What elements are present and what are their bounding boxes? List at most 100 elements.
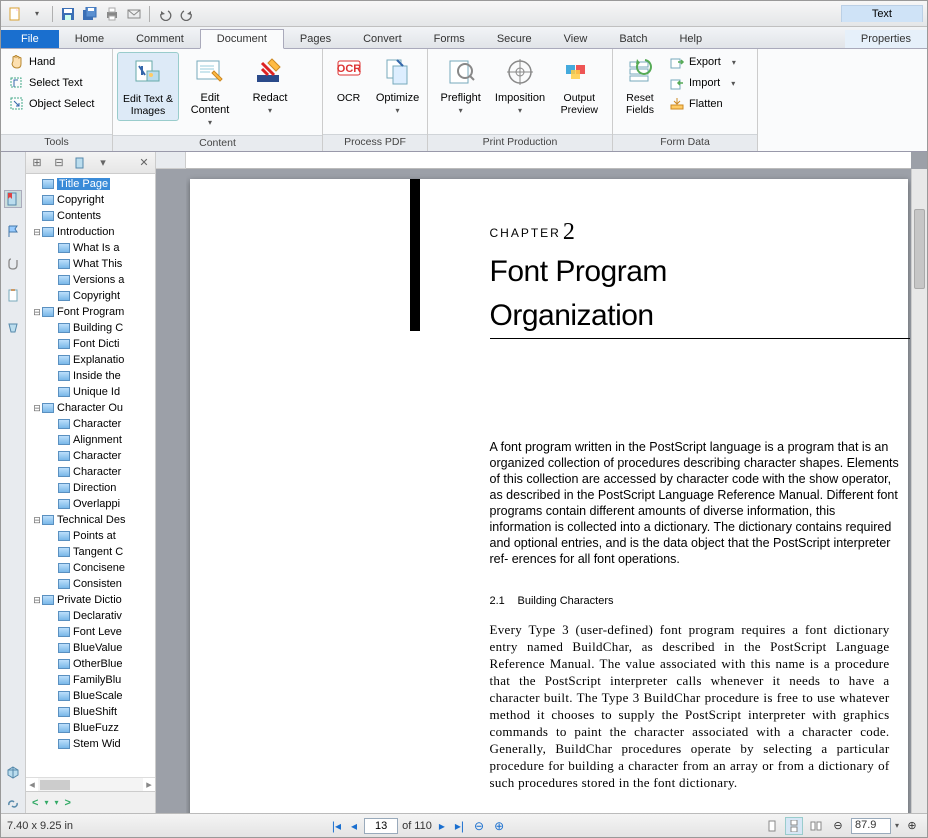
bookmark-options-icon[interactable]: ▾ — [95, 155, 111, 171]
panel-hscroll[interactable]: ◂ ▸ — [26, 777, 155, 791]
vertical-scrollbar[interactable] — [911, 169, 927, 813]
zoom-in-status-icon[interactable]: ⊕ — [491, 819, 507, 833]
zoom-out-status-icon[interactable]: ⊖ — [471, 819, 487, 833]
close-panel-icon[interactable]: ✕ — [136, 155, 152, 171]
bookmark-item[interactable]: Copyright — [26, 288, 155, 304]
attachment-panel-icon[interactable] — [4, 254, 22, 272]
prev-page-icon[interactable]: ◂ — [348, 819, 360, 833]
nav-prev-icon[interactable]: < — [32, 797, 38, 809]
edit-text-images-button[interactable]: Edit Text & Images — [117, 52, 179, 121]
bookmark-item[interactable]: ⊟Private Dictio — [26, 592, 155, 608]
bookmark-item[interactable]: ⊟Technical Des — [26, 512, 155, 528]
bookmark-item[interactable]: BlueShift — [26, 704, 155, 720]
print-icon[interactable] — [102, 4, 122, 24]
bookmark-item[interactable]: BlueScale — [26, 688, 155, 704]
object-select-tool[interactable]: Object Select — [5, 94, 98, 114]
new-bookmark-icon[interactable] — [73, 155, 89, 171]
flag-panel-icon[interactable] — [4, 222, 22, 240]
zoom-fit-icon[interactable]: ⊖ — [829, 817, 847, 835]
expand-tree-icon[interactable]: ⊞ — [29, 155, 45, 171]
page-number-input[interactable] — [364, 818, 398, 834]
facing-view-icon[interactable] — [807, 817, 825, 835]
bookmark-item[interactable]: What This — [26, 256, 155, 272]
collapse-tree-icon[interactable]: ⊟ — [51, 155, 67, 171]
bookmark-item[interactable]: Character — [26, 448, 155, 464]
undo-icon[interactable] — [155, 4, 175, 24]
bookmark-item[interactable]: Tangent C — [26, 544, 155, 560]
bookmark-item[interactable]: BlueFuzz — [26, 720, 155, 736]
imposition-button[interactable]: Imposition▾ — [491, 52, 548, 120]
import-button[interactable]: Import ▾ — [665, 73, 740, 93]
bookmark-item[interactable]: Title Page — [26, 176, 155, 192]
bookmark-item[interactable]: Concisene — [26, 560, 155, 576]
last-page-icon[interactable]: ▸| — [452, 819, 467, 833]
tree-twisty-icon[interactable]: ⊟ — [32, 403, 42, 414]
tree-twisty-icon[interactable]: ⊟ — [32, 595, 42, 606]
bookmark-item[interactable]: Character — [26, 416, 155, 432]
page-area[interactable]: CHAPTER2 Font Program Organization A fon… — [186, 169, 911, 813]
dropdown-icon[interactable]: ▾ — [27, 4, 47, 24]
link-panel-icon[interactable] — [4, 795, 22, 813]
continuous-view-icon[interactable] — [785, 817, 803, 835]
mail-icon[interactable] — [124, 4, 144, 24]
bookmark-item[interactable]: Versions a — [26, 272, 155, 288]
zoom-plus-icon[interactable]: ⊕ — [903, 817, 921, 835]
bookmark-item[interactable]: Overlappi — [26, 496, 155, 512]
bookmark-item[interactable]: Declarativ — [26, 608, 155, 624]
save-all-icon[interactable] — [80, 4, 100, 24]
save-icon[interactable] — [58, 4, 78, 24]
bookmark-item[interactable]: Building C — [26, 320, 155, 336]
single-page-view-icon[interactable] — [763, 817, 781, 835]
bookmark-item[interactable]: Alignment — [26, 432, 155, 448]
bookmark-item[interactable]: Consisten — [26, 576, 155, 592]
bookmark-item[interactable]: Explanatio — [26, 352, 155, 368]
new-doc-icon[interactable] — [5, 4, 25, 24]
hand-tool[interactable]: Hand — [5, 52, 98, 72]
tab-pages[interactable]: Pages — [284, 30, 347, 48]
bookmark-item[interactable]: Direction — [26, 480, 155, 496]
bucket-panel-icon[interactable] — [4, 318, 22, 336]
bookmark-item[interactable]: What Is a — [26, 240, 155, 256]
bookmark-item[interactable]: ⊟Font Program — [26, 304, 155, 320]
tab-file[interactable]: File — [1, 30, 59, 48]
bookmark-item[interactable]: Contents — [26, 208, 155, 224]
bookmark-item[interactable]: OtherBlue — [26, 656, 155, 672]
optimize-button[interactable]: Optimize▾ — [372, 52, 423, 120]
nav-prev-dd-icon[interactable]: ▾ — [44, 798, 48, 807]
tree-twisty-icon[interactable]: ⊟ — [32, 515, 42, 526]
tab-secure[interactable]: Secure — [481, 30, 548, 48]
bookmark-item[interactable]: Copyright — [26, 192, 155, 208]
bookmark-item[interactable]: BlueValue — [26, 640, 155, 656]
output-preview-button[interactable]: Output Preview — [551, 52, 608, 119]
bookmark-item[interactable]: FamilyBlu — [26, 672, 155, 688]
bookmark-item[interactable]: Font Dicti — [26, 336, 155, 352]
tree-twisty-icon[interactable]: ⊟ — [32, 227, 42, 238]
tab-convert[interactable]: Convert — [347, 30, 418, 48]
first-page-icon[interactable]: |◂ — [329, 819, 344, 833]
nav-next-icon[interactable]: > — [64, 797, 70, 809]
clipboard-panel-icon[interactable] — [4, 286, 22, 304]
tab-batch[interactable]: Batch — [603, 30, 663, 48]
tree-twisty-icon[interactable]: ⊟ — [32, 307, 42, 318]
redact-button[interactable]: Redact▾ — [241, 52, 299, 120]
edit-content-button[interactable]: Edit Content▾ — [181, 52, 239, 132]
bookmark-item[interactable]: Unique Id — [26, 384, 155, 400]
preflight-button[interactable]: Preflight▾ — [432, 52, 489, 120]
bookmark-item[interactable]: ⊟Character Ou — [26, 400, 155, 416]
select-text-tool[interactable]: Select Text — [5, 73, 98, 93]
ocr-button[interactable]: OCR OCR — [327, 52, 370, 107]
tab-properties[interactable]: Properties — [845, 30, 927, 48]
bookmark-item[interactable]: ⊟Introduction — [26, 224, 155, 240]
flatten-button[interactable]: Flatten — [665, 94, 740, 114]
reset-fields-button[interactable]: Reset Fields — [617, 52, 663, 119]
tab-comment[interactable]: Comment — [120, 30, 200, 48]
tab-document[interactable]: Document — [200, 29, 284, 49]
bookmark-item[interactable]: Stem Wid — [26, 736, 155, 752]
nav-next-dd-icon[interactable]: ▾ — [54, 798, 58, 807]
bookmark-item[interactable]: Font Leve — [26, 624, 155, 640]
tab-forms[interactable]: Forms — [418, 30, 481, 48]
bookmark-item[interactable]: Character — [26, 464, 155, 480]
bookmark-item[interactable]: Points at — [26, 528, 155, 544]
cube-panel-icon[interactable] — [4, 763, 22, 781]
tab-home[interactable]: Home — [59, 30, 120, 48]
